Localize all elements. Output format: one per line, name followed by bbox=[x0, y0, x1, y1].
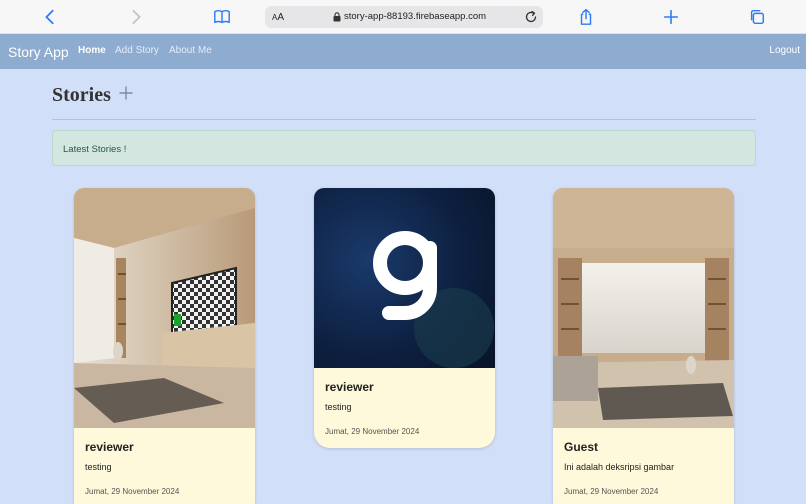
story-author: Guest bbox=[564, 440, 599, 454]
text-size-button[interactable]: AA bbox=[272, 12, 284, 23]
page-title: Stories bbox=[52, 84, 111, 106]
forward-icon[interactable] bbox=[126, 7, 146, 27]
latest-stories-alert: Latest Stories ! bbox=[52, 130, 756, 166]
address-bar[interactable]: AA story-app-88193.firebaseapp.com bbox=[265, 6, 543, 28]
add-story-plus-icon[interactable] bbox=[119, 86, 133, 100]
reload-icon[interactable] bbox=[524, 10, 538, 24]
back-icon[interactable] bbox=[40, 7, 60, 27]
alert-text: Latest Stories ! bbox=[63, 144, 127, 155]
story-date: Jumat, 29 November 2024 bbox=[85, 487, 180, 496]
nav-link-about-me[interactable]: About Me bbox=[169, 45, 212, 56]
story-description: testing bbox=[85, 462, 112, 472]
room-with-sofa-image bbox=[553, 188, 734, 428]
story-card[interactable]: reviewer testing Jumat, 29 November 2024 bbox=[314, 188, 495, 448]
app-navbar: Story App Home Add Story About Me Logout bbox=[0, 34, 806, 69]
story-card[interactable]: reviewer testing Jumat, 29 November 2024 bbox=[74, 188, 255, 504]
new-tab-icon[interactable] bbox=[661, 7, 681, 27]
browser-toolbar: AA story-app-88193.firebaseapp.com bbox=[0, 0, 806, 34]
bookmarks-icon[interactable] bbox=[212, 7, 232, 27]
story-date: Jumat, 29 November 2024 bbox=[564, 487, 659, 496]
app-brand[interactable]: Story App bbox=[8, 44, 69, 60]
story-card[interactable]: Guest Ini adalah deksripsi gambar Jumat,… bbox=[553, 188, 734, 504]
story-description: Ini adalah deksripsi gambar bbox=[564, 462, 675, 472]
lock-icon bbox=[333, 12, 341, 22]
nav-link-home[interactable]: Home bbox=[78, 45, 106, 56]
nav-link-add-story[interactable]: Add Story bbox=[115, 45, 159, 56]
url-text: story-app-88193.firebaseapp.com bbox=[344, 11, 487, 22]
tabs-overview-icon[interactable] bbox=[747, 7, 767, 27]
share-icon[interactable] bbox=[576, 7, 596, 27]
g-logo-image bbox=[314, 188, 495, 368]
story-author: reviewer bbox=[85, 440, 134, 454]
story-date: Jumat, 29 November 2024 bbox=[325, 427, 420, 436]
room-with-tv-image bbox=[74, 188, 255, 428]
story-description: testing bbox=[325, 402, 352, 412]
heading-divider bbox=[52, 119, 756, 120]
logout-link[interactable]: Logout bbox=[769, 45, 800, 56]
story-author: reviewer bbox=[325, 380, 374, 394]
